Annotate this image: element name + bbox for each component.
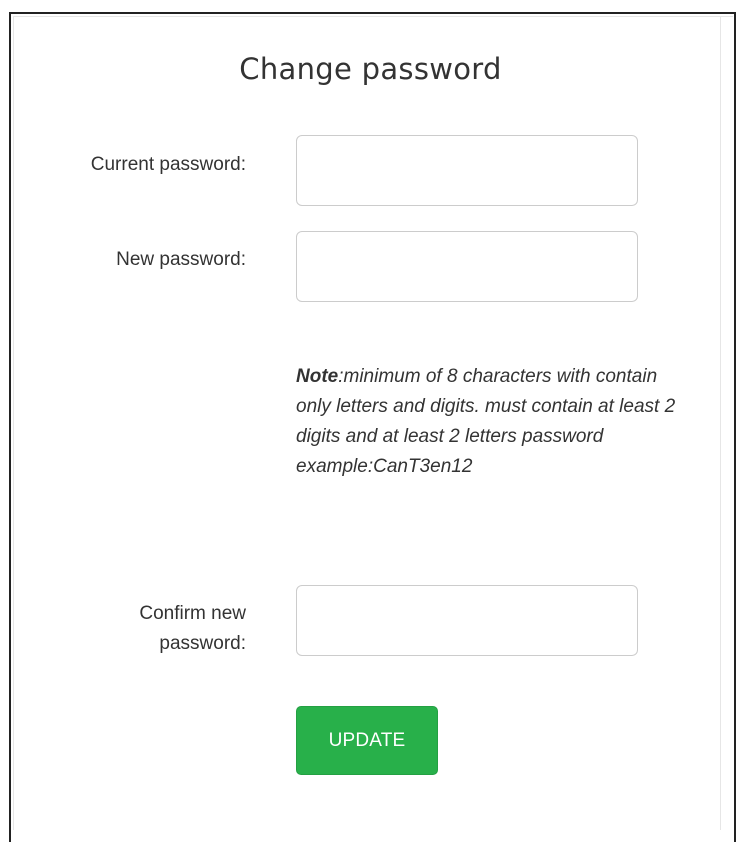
current-password-label: Current password: — [90, 154, 246, 175]
confirm-password-input[interactable] — [296, 585, 638, 656]
new-password-input[interactable] — [296, 231, 638, 302]
page-title: Change password — [239, 52, 502, 86]
confirm-password-label-line2: password: — [159, 633, 246, 654]
note-text: :minimum of 8 characters with contain on… — [296, 366, 676, 477]
confirm-password-label-line1: Confirm new — [139, 603, 246, 624]
panel-top-divider — [13, 16, 733, 17]
panel-left-divider — [13, 16, 14, 830]
password-requirements-note: Note:minimum of 8 characters with contai… — [296, 362, 686, 482]
current-password-input[interactable] — [296, 135, 638, 206]
new-password-label: New password: — [116, 249, 246, 270]
panel-right-divider — [720, 16, 721, 830]
note-heading: Note — [296, 366, 339, 387]
update-button[interactable]: UPDATE — [296, 706, 438, 775]
confirm-password-label: Confirm new password: — [6, 599, 246, 659]
